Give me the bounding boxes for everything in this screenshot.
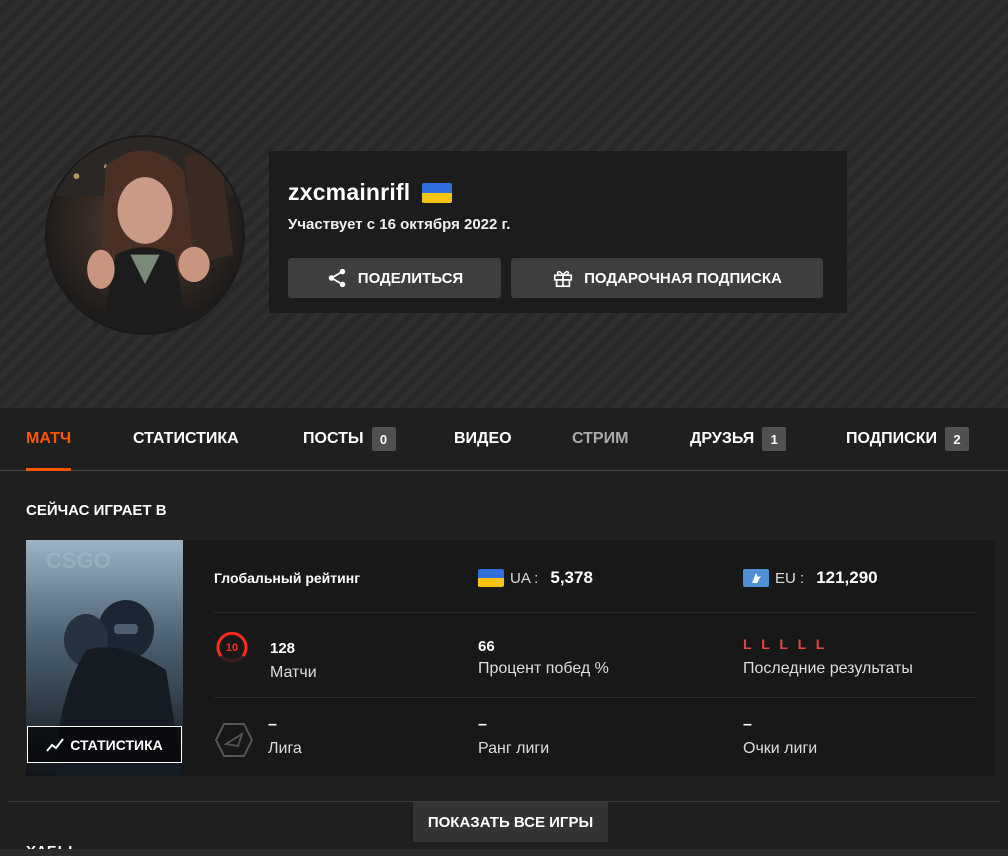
game-cover-image[interactable]: CSGO СТАТИСТИКА — [26, 540, 183, 776]
recent-results-label: Последние результаты — [743, 660, 913, 677]
profile-banner: zxcmainrifl Участвует с 16 октября 2022 … — [0, 0, 1008, 408]
gift-subscription-button[interactable]: ПОДАРОЧНАЯ ПОДПИСКА — [511, 258, 823, 298]
share-button[interactable]: ПОДЕЛИТЬСЯ — [288, 258, 501, 298]
tab-subscriptions[interactable]: ПОДПИСКИ 2 — [846, 408, 969, 470]
skill-level-value: 10 — [226, 642, 238, 654]
friends-count-badge: 1 — [762, 427, 787, 451]
chart-line-icon — [46, 737, 65, 752]
league-points-value: – — [743, 716, 752, 733]
global-rating-label: Глобальный рейтинг — [214, 570, 361, 586]
svg-text:CSGO: CSGO — [46, 548, 111, 573]
league-value: – — [268, 716, 277, 733]
tab-label: ПОДПИСКИ — [846, 430, 937, 447]
league-icon — [214, 723, 254, 757]
tab-videos[interactable]: ВИДЕО — [454, 408, 512, 470]
league-points-label: Очки лиги — [743, 740, 818, 757]
matches-label: Матчи — [270, 664, 317, 681]
member-since: Участвует с 16 октября 2022 г. — [288, 216, 511, 233]
eu-rank[interactable]: EU : 121,290 — [743, 568, 878, 588]
game-stats-button[interactable]: СТАТИСТИКА — [27, 726, 182, 763]
profile-card: zxcmainrifl Участвует с 16 октября 2022 … — [269, 151, 847, 313]
tab-match[interactable]: МАТЧ — [26, 408, 72, 471]
tab-posts[interactable]: ПОСТЫ 0 — [303, 408, 396, 470]
skill-level-icon: 10 — [216, 631, 248, 663]
gift-icon — [554, 270, 573, 288]
tab-label: ДРУЗЬЯ — [690, 430, 755, 447]
show-all-games-button[interactable]: ПОКАЗАТЬ ВСЕ ИГРЫ — [413, 802, 608, 842]
tab-label: СТРИМ — [572, 430, 629, 447]
divider — [214, 697, 976, 698]
profile-tabs: МАТЧ СТАТИСТИКА ПОСТЫ 0 ВИДЕО СТРИМ ДРУЗ… — [0, 408, 1008, 471]
eu-code: EU : — [775, 569, 805, 587]
tab-friends[interactable]: ДРУЗЬЯ 1 — [690, 408, 787, 470]
tab-label: ВИДЕО — [454, 430, 512, 447]
share-icon — [328, 268, 346, 288]
now-playing-title: СЕЙЧАС ИГРАЕТ В — [26, 502, 167, 519]
horizontal-scrollbar[interactable] — [0, 849, 1008, 856]
nickname-row: zxcmainrifl — [288, 179, 453, 206]
nickname: zxcmainrifl — [288, 179, 411, 205]
posts-count-badge: 0 — [371, 427, 396, 451]
eu-region-icon — [743, 569, 769, 587]
tab-label: СТАТИСТИКА — [133, 430, 239, 447]
tab-label: МАТЧ — [26, 430, 72, 447]
ukraine-flag-icon — [422, 182, 453, 203]
league-label: Лига — [268, 740, 302, 757]
avatar-photo — [47, 137, 243, 333]
region-rank[interactable]: UA : 5,378 — [478, 568, 593, 588]
league-rank-value: – — [478, 716, 487, 733]
win-rate-label: Процент побед % — [478, 660, 609, 677]
matches-value: 128 — [270, 640, 296, 657]
avatar[interactable] — [45, 135, 245, 335]
tab-stream[interactable]: СТРИМ — [572, 408, 628, 470]
game-card: CSGO СТАТИСТИКА Глобальный рейтинг UA : … — [26, 540, 995, 776]
recent-results: L L L L L — [743, 636, 828, 652]
league-rank-label: Ранг лиги — [478, 740, 550, 757]
gift-label: ПОДАРОЧНАЯ ПОДПИСКА — [584, 269, 782, 287]
tab-statistics[interactable]: СТАТИСТИКА — [133, 408, 239, 470]
divider — [214, 612, 976, 613]
subscriptions-count-badge: 2 — [944, 427, 969, 451]
tab-label: ПОСТЫ — [303, 430, 364, 447]
win-rate-value: 66 — [478, 638, 495, 655]
stats-button-label: СТАТИСТИКА — [70, 736, 163, 753]
ukraine-flag-icon — [478, 569, 504, 587]
share-label: ПОДЕЛИТЬСЯ — [357, 269, 464, 287]
region-code: UA : — [510, 569, 539, 587]
region-rank-value: 5,378 — [550, 568, 593, 587]
eu-rank-value: 121,290 — [816, 568, 878, 587]
